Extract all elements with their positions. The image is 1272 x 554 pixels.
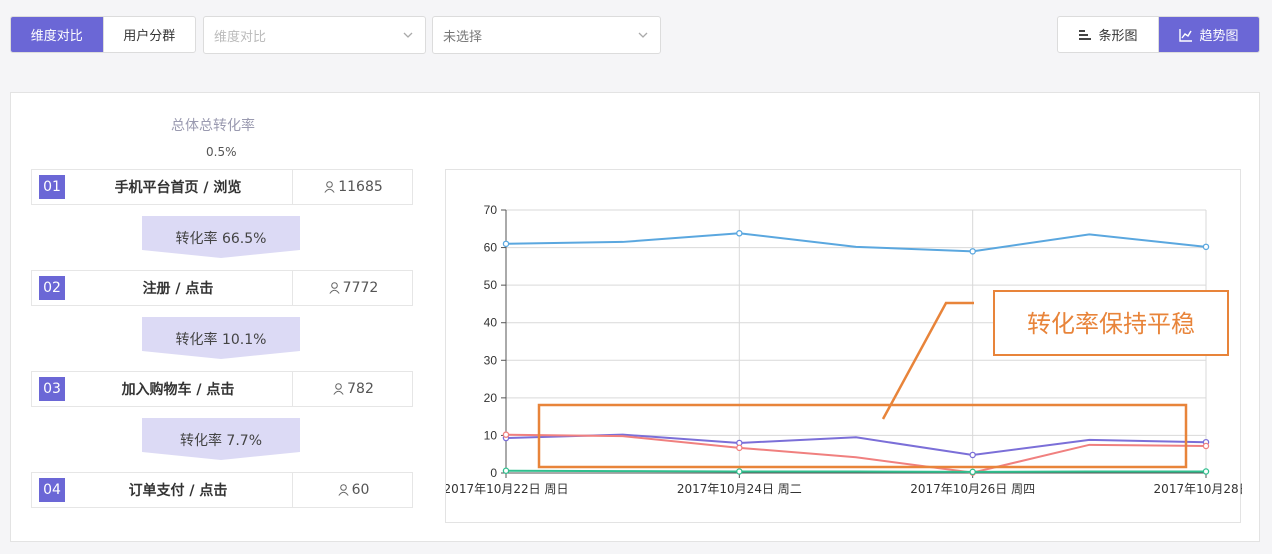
- secondary-select-value: 未选择: [443, 29, 483, 45]
- conversion-rate-text: 转化率 10.1%: [175, 332, 267, 348]
- funnel-step[interactable]: 04 订单支付 / 点击 60: [31, 472, 413, 508]
- x-tick-label: 2017年10月22日 周日: [446, 482, 568, 496]
- data-point: [502, 467, 510, 474]
- y-tick-label: 70: [484, 203, 498, 217]
- step-user-count: 782: [347, 381, 374, 397]
- funnel-panel: 总体总转化率 0.5% 01 手机平台首页 / 浏览 11685 转化率 66.…: [10, 92, 1260, 542]
- step-name: 注册 / 点击: [142, 281, 214, 297]
- conversion-rate-badge: 转化率 10.1%: [142, 317, 300, 359]
- toolbar: 维度对比 用户分群 维度对比 未选择 条形图 趋势图: [0, 0, 1272, 70]
- data-point: [736, 230, 743, 237]
- bar-chart-label: 条形图: [1098, 29, 1138, 44]
- step-number: 01: [39, 175, 65, 199]
- chevron-down-icon: [403, 32, 413, 38]
- view-toggle: 条形图 趋势图: [1057, 16, 1260, 53]
- tab-user-segment[interactable]: 用户分群: [102, 17, 196, 52]
- bar-chart-button[interactable]: 条形图: [1058, 17, 1158, 52]
- conversion-rate-text: 转化率 66.5%: [175, 231, 267, 247]
- data-point: [969, 468, 976, 476]
- tab-dimension-compare[interactable]: 维度对比: [11, 17, 103, 52]
- line-chart-icon: [1179, 28, 1193, 42]
- y-tick-label: 10: [484, 428, 498, 442]
- mode-toggle: 维度对比 用户分群: [10, 16, 196, 53]
- y-tick-label: 30: [484, 353, 498, 367]
- series-line: [505, 232, 1207, 253]
- chevron-down-icon: [638, 32, 648, 38]
- step-users: 11685: [292, 170, 414, 204]
- conversion-rate-badge: 转化率 7.7%: [142, 418, 300, 460]
- step-number: 04: [39, 478, 65, 502]
- data-point: [502, 240, 510, 248]
- total-conversion-title: 总体总转化率: [171, 118, 255, 134]
- total-conversion-value: 0.5%: [206, 145, 237, 159]
- data-point: [1202, 468, 1210, 475]
- step-user-count: 60: [351, 482, 370, 498]
- data-point: [1202, 442, 1210, 450]
- step-name: 加入购物车 / 点击: [121, 382, 235, 398]
- data-point: [736, 468, 743, 475]
- step-users: 782: [292, 372, 414, 406]
- step-users: 60: [292, 473, 414, 507]
- funnel-step[interactable]: 03 加入购物车 / 点击 782: [31, 371, 413, 407]
- step-name: 订单支付 / 点击: [128, 483, 228, 499]
- data-point: [502, 431, 510, 438]
- callout-line: [881, 301, 974, 420]
- y-tick-label: 40: [484, 316, 498, 330]
- dimension-select-placeholder: 维度对比: [214, 29, 267, 45]
- user-icon: [337, 484, 349, 496]
- user-icon: [324, 181, 335, 193]
- funnel-step[interactable]: 01 手机平台首页 / 浏览 11685: [31, 169, 413, 205]
- y-tick-label: 50: [484, 278, 498, 292]
- series-line: [505, 469, 1206, 473]
- user-icon: [329, 282, 340, 294]
- trend-chart-button[interactable]: 趋势图: [1158, 17, 1259, 52]
- data-point: [736, 444, 743, 452]
- step-name: 手机平台首页 / 浏览: [114, 180, 242, 196]
- step-user-count: 7772: [342, 280, 379, 296]
- trend-chart-svg: 0 10 20 30 40 50 60 70 2017年10月22日 周日 2017年10月24日…: [446, 203, 1242, 496]
- trend-chart: 0 10 20 30 40 50 60 70 2017年10月22日 周日 2017年10月24日…: [445, 169, 1242, 523]
- data-point: [1202, 243, 1210, 251]
- annotation-text: 转化率保持平稳: [1027, 310, 1195, 338]
- funnel-step[interactable]: 02 注册 / 点击 7772: [31, 270, 413, 306]
- user-icon: [333, 383, 344, 395]
- data-point: [969, 248, 976, 255]
- conversion-rate-text: 转化率 7.7%: [179, 433, 263, 449]
- x-tick-label: 2017年10月24日 周二: [677, 482, 802, 496]
- bar-chart-icon: [1079, 29, 1092, 40]
- dimension-select[interactable]: 维度对比: [203, 16, 426, 54]
- data-point: [969, 451, 976, 459]
- step-number: 03: [39, 377, 65, 401]
- step-users: 7772: [292, 271, 414, 305]
- x-tick-label: 2017年10月26日 周四: [910, 482, 1035, 496]
- y-tick-label: 60: [484, 241, 498, 255]
- x-tick-label: 2017年10月28日 周六: [1154, 482, 1242, 496]
- y-tick-label: 0: [490, 466, 497, 480]
- trend-chart-label: 趋势图: [1199, 29, 1239, 44]
- secondary-select[interactable]: 未选择: [432, 16, 661, 54]
- conversion-rate-badge: 转化率 66.5%: [142, 216, 300, 258]
- step-number: 02: [39, 276, 65, 300]
- y-tick-label: 20: [484, 391, 498, 405]
- step-user-count: 11685: [338, 179, 383, 195]
